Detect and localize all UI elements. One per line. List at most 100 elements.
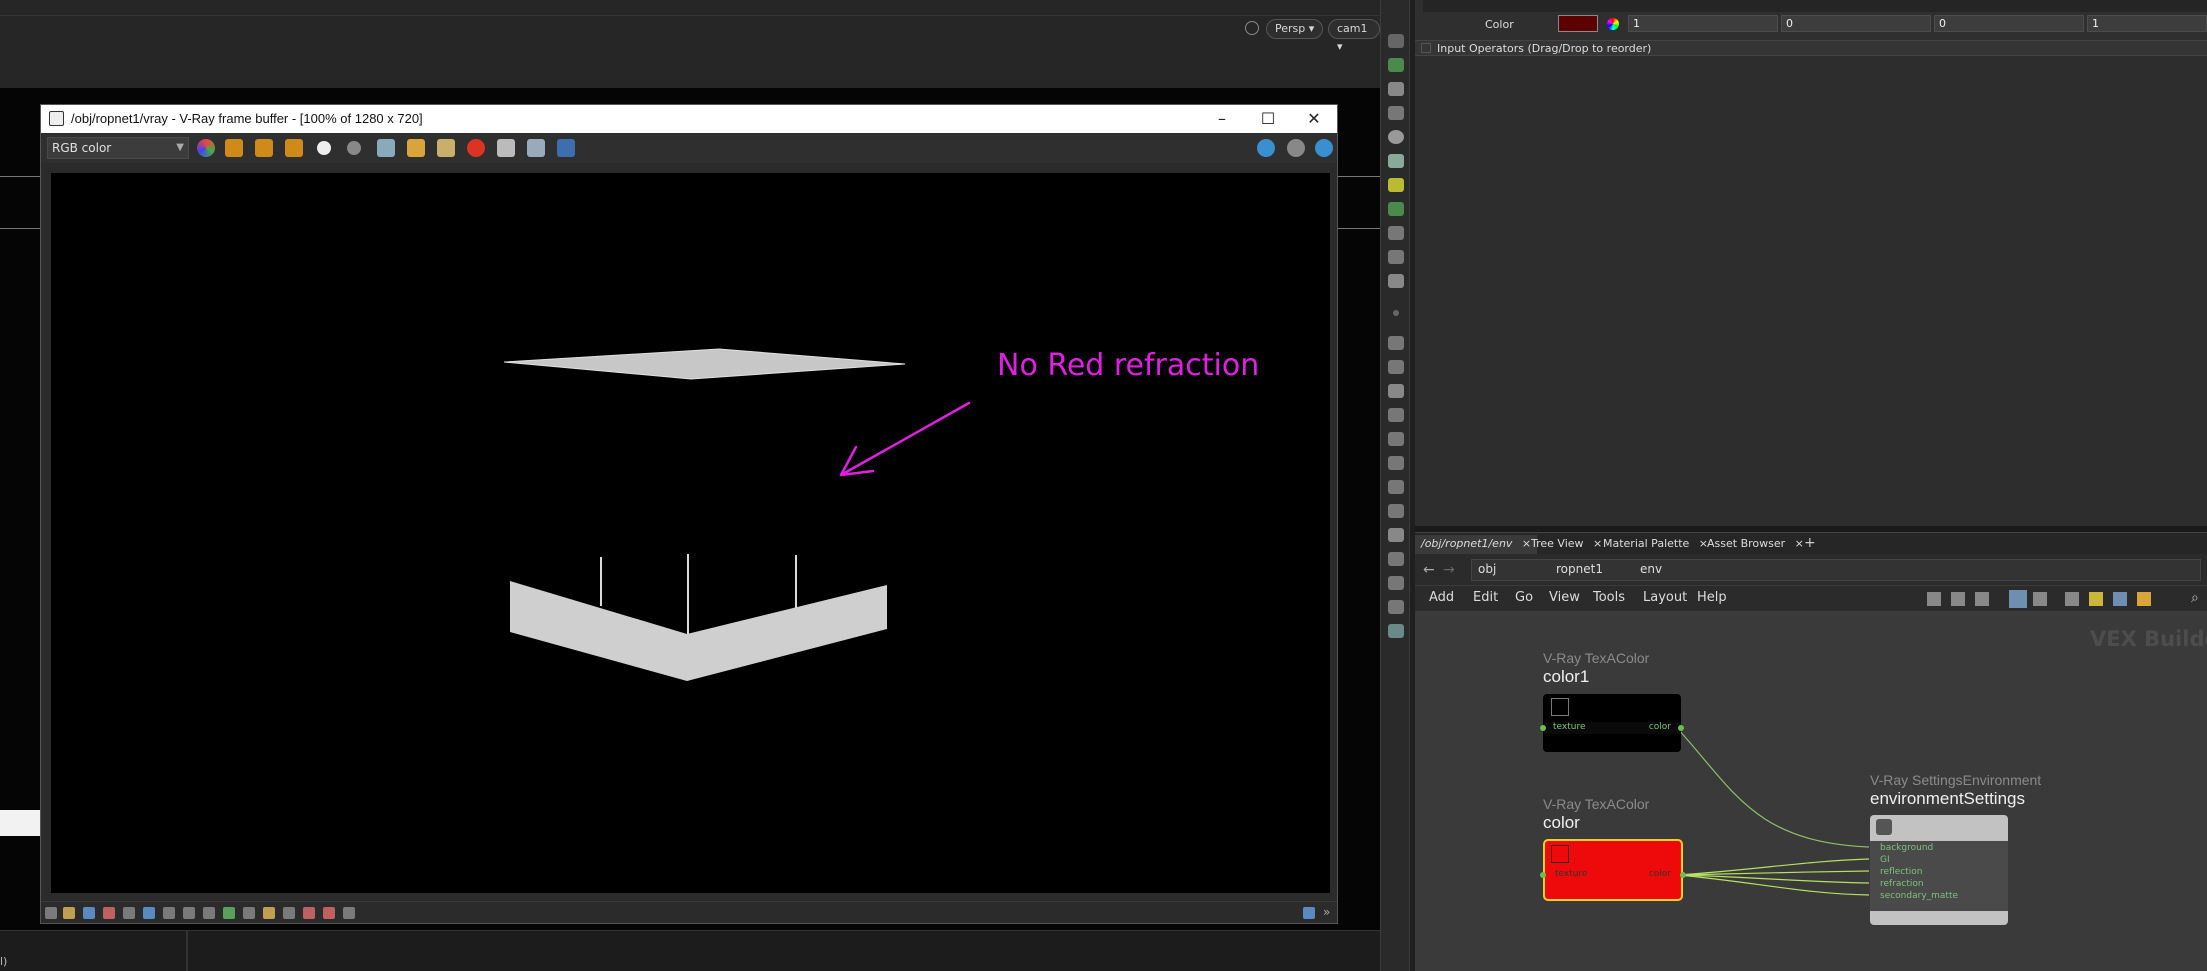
port-background[interactable]: background bbox=[1880, 843, 1933, 853]
mono-icon[interactable] bbox=[347, 141, 361, 155]
status-icon[interactable] bbox=[243, 907, 255, 919]
node-name-label[interactable]: color bbox=[1543, 813, 1580, 833]
status-icon[interactable] bbox=[263, 907, 275, 919]
menu-add[interactable]: Add bbox=[1429, 590, 1454, 605]
tool-icon[interactable] bbox=[1388, 456, 1404, 470]
status-icon[interactable] bbox=[183, 907, 195, 919]
save-icon[interactable] bbox=[377, 139, 395, 157]
forward-arrow-icon[interactable]: → bbox=[1443, 562, 1455, 578]
tool-icon[interactable] bbox=[1388, 154, 1404, 168]
tool-icon[interactable] bbox=[1388, 576, 1404, 590]
history-icon[interactable] bbox=[557, 139, 575, 157]
light-icon[interactable] bbox=[1388, 178, 1404, 192]
path-obj[interactable]: obj bbox=[1478, 562, 1496, 576]
status-icon[interactable] bbox=[323, 907, 335, 919]
path-field[interactable]: obj ropnet1 env bbox=[1471, 559, 2201, 581]
vray-frame-buffer-window[interactable]: /obj/ropnet1/vray - V-Ray frame buffer -… bbox=[40, 104, 1338, 924]
tool-icon[interactable] bbox=[1388, 106, 1404, 120]
tool-icon[interactable] bbox=[1388, 552, 1404, 566]
window-titlebar[interactable]: /obj/ropnet1/vray - V-Ray frame buffer -… bbox=[41, 105, 1337, 133]
status-icon[interactable] bbox=[45, 907, 57, 919]
color-b-field[interactable]: 0 bbox=[1934, 15, 2084, 32]
dot-icon[interactable] bbox=[1393, 310, 1399, 316]
tool-icon[interactable] bbox=[1388, 202, 1404, 216]
region-render-icon[interactable] bbox=[527, 139, 545, 157]
tool-icon[interactable] bbox=[1388, 528, 1404, 542]
open-folder-icon[interactable] bbox=[407, 139, 425, 157]
menu-go[interactable]: Go bbox=[1515, 590, 1533, 605]
camera-menu[interactable]: cam1 ▾ bbox=[1328, 19, 1380, 53]
tab-material-palette[interactable]: Material Palette × bbox=[1597, 535, 1714, 555]
port-color[interactable]: color bbox=[1649, 869, 1671, 879]
network-editor[interactable]: VEX Builder V-Ray TexAColor color1 textu… bbox=[1415, 612, 2207, 971]
status-icon[interactable] bbox=[283, 907, 295, 919]
tool-icon[interactable] bbox=[1388, 600, 1404, 614]
alpha-white-icon[interactable] bbox=[317, 141, 331, 155]
render-canvas[interactable]: No Red refraction bbox=[51, 173, 1330, 893]
menu-edit[interactable]: Edit bbox=[1473, 590, 1498, 605]
status-icon[interactable] bbox=[83, 907, 95, 919]
port-color[interactable]: color bbox=[1649, 722, 1671, 732]
image-icon[interactable] bbox=[2065, 592, 2079, 606]
tool-icon[interactable] bbox=[1388, 274, 1404, 288]
settings-environment-node[interactable]: background GI reflection refraction seco… bbox=[1870, 815, 2008, 925]
menu-tools[interactable]: Tools bbox=[1593, 590, 1625, 605]
tool-icon[interactable] bbox=[1388, 384, 1404, 398]
tile-view-icon[interactable] bbox=[2033, 592, 2047, 606]
expand-icon[interactable]: » bbox=[1323, 905, 1330, 919]
input-operators-header[interactable]: Input Operators (Drag/Drop to reorder) bbox=[1415, 40, 2207, 56]
sticky-note-icon[interactable] bbox=[2089, 592, 2103, 606]
menu-layout[interactable]: Layout bbox=[1643, 590, 1687, 605]
tab-env[interactable]: /obj/ropnet1/env × bbox=[1415, 535, 1538, 555]
track-mouse-icon[interactable] bbox=[497, 139, 515, 157]
list-icon[interactable] bbox=[1975, 592, 1989, 606]
red-channel-button[interactable] bbox=[225, 139, 243, 157]
status-icon[interactable] bbox=[343, 907, 355, 919]
grid-view-icon[interactable] bbox=[2009, 590, 2027, 608]
tab-asset-browser[interactable]: Asset Browser × bbox=[1701, 535, 1810, 555]
status-icon[interactable] bbox=[123, 907, 135, 919]
port-texture[interactable]: texture bbox=[1555, 869, 1588, 879]
interactive-render-icon[interactable] bbox=[1315, 139, 1333, 157]
stop-render-icon[interactable] bbox=[467, 139, 485, 157]
color-r-field[interactable]: 1 bbox=[1628, 15, 1778, 32]
color-swatch[interactable] bbox=[1558, 15, 1598, 32]
menu-view[interactable]: View bbox=[1549, 590, 1580, 605]
tool-icon[interactable] bbox=[1388, 250, 1404, 264]
tools-icon[interactable] bbox=[1927, 592, 1941, 606]
texacolor-node-color1[interactable]: texture color bbox=[1540, 694, 1684, 752]
output-port-dot[interactable] bbox=[1680, 872, 1686, 878]
node-name-label[interactable]: environmentSettings bbox=[1870, 789, 2025, 809]
lock-icon[interactable] bbox=[1388, 82, 1404, 96]
menu-help[interactable]: Help bbox=[1697, 590, 1727, 605]
tool-icon[interactable] bbox=[1388, 480, 1404, 494]
tool-icon[interactable] bbox=[1388, 360, 1404, 374]
status-icon[interactable] bbox=[163, 907, 175, 919]
output-port-dot[interactable] bbox=[1678, 725, 1684, 731]
clear-icon[interactable] bbox=[437, 139, 455, 157]
color-wheel-icon[interactable] bbox=[1607, 18, 1619, 30]
folder-icon[interactable] bbox=[2137, 592, 2151, 606]
render-sphere-icon[interactable] bbox=[1287, 139, 1305, 157]
add-tab-button[interactable]: + bbox=[1804, 535, 1816, 551]
path-env[interactable]: env bbox=[1640, 562, 1662, 576]
port-gi[interactable]: GI bbox=[1880, 855, 1890, 865]
lock-icon[interactable] bbox=[1245, 21, 1259, 35]
back-arrow-icon[interactable]: ← bbox=[1423, 562, 1435, 578]
blue-channel-button[interactable] bbox=[285, 139, 303, 157]
tool-icon[interactable] bbox=[1388, 408, 1404, 422]
status-icon[interactable] bbox=[223, 907, 235, 919]
status-icon[interactable] bbox=[203, 907, 215, 919]
maximize-button[interactable]: ☐ bbox=[1245, 107, 1291, 131]
port-secondary-matte[interactable]: secondary_matte bbox=[1880, 891, 1958, 901]
fit-icon[interactable] bbox=[1303, 907, 1315, 919]
input-port-dot[interactable] bbox=[1540, 725, 1546, 731]
status-icon[interactable] bbox=[303, 907, 315, 919]
color-a-field[interactable]: 1 bbox=[2087, 15, 2207, 32]
tree-icon[interactable] bbox=[1951, 592, 1965, 606]
tool-icon[interactable] bbox=[1388, 624, 1404, 638]
tool-icon[interactable] bbox=[1388, 58, 1404, 72]
search-icon[interactable]: ⌕ bbox=[2191, 590, 2199, 606]
channel-dropdown[interactable]: RGB color ▼ bbox=[47, 137, 189, 159]
rgb-channels-icon[interactable] bbox=[197, 139, 215, 157]
